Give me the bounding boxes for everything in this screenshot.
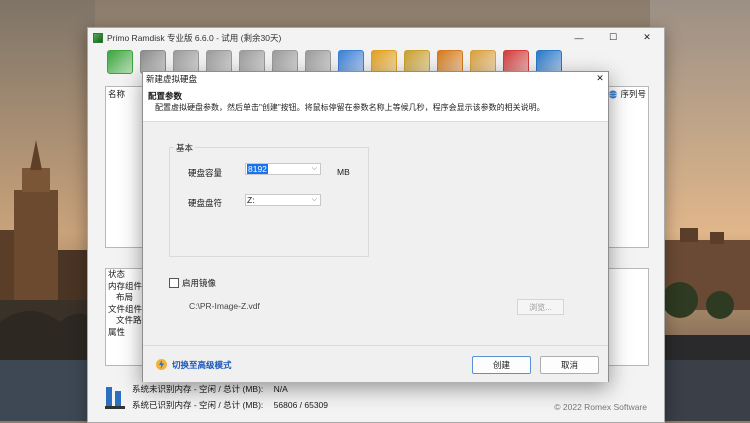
advanced-mode-link[interactable]: 切换至高级模式: [155, 358, 232, 371]
dialog-heading: 配置参数: [148, 91, 183, 101]
capacity-unit: MB: [337, 167, 350, 177]
image-path-text: C:\PR-Image-Z.vdf: [189, 301, 260, 311]
dialog-footer: 切换至高级模式 创建 取消: [143, 345, 608, 382]
unrecognized-memory-line: 系统未识别内存 - 空闲 / 总计 (MB): N/A: [132, 383, 288, 395]
wallpaper-left: [0, 0, 95, 421]
enable-image-checkbox[interactable]: [169, 278, 179, 288]
capacity-value[interactable]: 8192: [247, 164, 268, 174]
column-header-name[interactable]: 名称: [108, 88, 125, 100]
dialog-titlebar: 新建虚拟硬盘 ✕: [143, 72, 608, 85]
enable-image-label[interactable]: 启用镜像: [182, 277, 216, 289]
dialog-description: 配置虚拟硬盘参数，然后单击"创建"按钮。将鼠标停留在参数名称上等候几秒，程序会显…: [155, 103, 545, 112]
chevron-down-icon[interactable]: ⌵: [312, 165, 317, 173]
create-button[interactable]: 创建: [472, 356, 531, 374]
app-icon: [93, 32, 103, 43]
wallpaper-right: [650, 0, 750, 421]
enable-image-option[interactable]: 启用镜像: [169, 277, 216, 289]
memory-status: 系统未识别内存 - 空闲 / 总计 (MB): N/A 系统已识别内存 - 空闲…: [105, 380, 647, 416]
column-header-serial[interactable]: 序列号: [608, 88, 646, 100]
recognized-memory-line: 系统已识别内存 - 空闲 / 总计 (MB): 56806 / 65309: [132, 399, 328, 411]
close-button[interactable]: ✕: [630, 28, 664, 47]
minimize-button[interactable]: —: [562, 28, 596, 47]
new-virtual-disk-dialog: 新建虚拟硬盘 ✕ 配置参数 配置虚拟硬盘参数，然后单击"创建"按钮。将鼠标停留在…: [142, 71, 609, 382]
capacity-label: 硬盘容量: [188, 168, 223, 178]
dialog-title: 新建虚拟硬盘: [146, 73, 198, 84]
dialog-close-button[interactable]: ✕: [592, 73, 608, 84]
toolbar-button-0[interactable]: [106, 49, 134, 75]
advanced-mode-label[interactable]: 切换至高级模式: [172, 359, 232, 371]
create-disk-icon: [107, 50, 133, 74]
maximize-button[interactable]: ☐: [596, 28, 630, 47]
unrecognized-memory-label: 系统未识别内存 - 空闲 / 总计 (MB):: [132, 384, 264, 394]
chevron-down-icon[interactable]: ⌵: [312, 196, 317, 204]
main-window-title: Primo Ramdisk 专业版 6.6.0 - 试用 (剩余30天): [107, 32, 282, 43]
advanced-mode-icon: [156, 359, 167, 370]
main-titlebar: Primo Ramdisk 专业版 6.6.0 - 试用 (剩余30天) — ☐…: [88, 28, 664, 47]
capacity-combobox[interactable]: 8192 ⌵: [245, 163, 321, 175]
memory-chip-icon: [105, 387, 125, 409]
unrecognized-memory-value: N/A: [273, 384, 288, 394]
basic-group-label: 基本: [174, 142, 196, 154]
recognized-memory-label: 系统已识别内存 - 空闲 / 总计 (MB):: [132, 400, 264, 410]
globe-disk-icon: [609, 90, 618, 98]
cancel-button[interactable]: 取消: [540, 356, 599, 374]
dialog-header: 配置参数 配置虚拟硬盘参数，然后单击"创建"按钮。将鼠标停留在参数名称上等候几秒…: [143, 85, 608, 122]
drive-letter-combobox[interactable]: Z: ⌵: [245, 194, 321, 206]
recognized-memory-value: 56806 / 65309: [273, 400, 329, 410]
copyright-text: © 2022 Romex Software: [554, 402, 647, 412]
browse-button[interactable]: 浏览...: [517, 299, 564, 315]
drive-letter-value[interactable]: Z:: [246, 195, 255, 205]
column-header-serial-label: 序列号: [620, 89, 646, 99]
drive-letter-label: 硬盘盘符: [188, 198, 223, 208]
